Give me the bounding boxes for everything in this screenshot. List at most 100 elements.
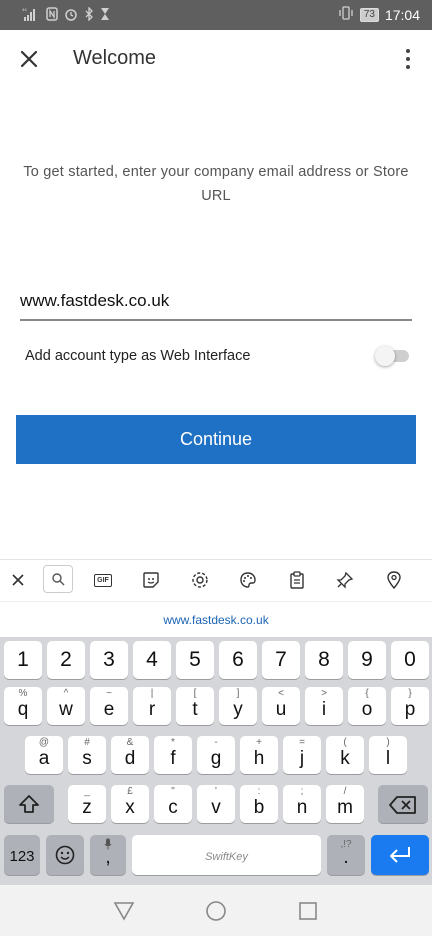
key-2[interactable]: 2 xyxy=(47,641,85,679)
backspace-key[interactable] xyxy=(378,785,428,823)
toggle-knob xyxy=(375,346,395,366)
key-label: . xyxy=(343,847,349,868)
settings-button[interactable] xyxy=(184,565,216,595)
emoji-icon xyxy=(55,845,75,865)
key-l[interactable]: ) l xyxy=(369,736,407,774)
clipboard-icon xyxy=(290,571,304,589)
key-label: h xyxy=(253,748,265,769)
key-hint: } xyxy=(408,688,412,699)
key-hint: / xyxy=(343,786,347,797)
suggestion-item[interactable]: www.fastdesk.co.uk xyxy=(0,613,432,627)
comma-key[interactable]: , xyxy=(90,835,126,875)
key-9[interactable]: 9 xyxy=(348,641,386,679)
sticker-button[interactable] xyxy=(135,565,167,595)
themes-button[interactable] xyxy=(232,565,264,595)
symbols-key[interactable]: 123 xyxy=(4,835,40,875)
location-button[interactable] xyxy=(378,565,410,595)
key-v[interactable]: ' v xyxy=(197,785,235,823)
key-8[interactable]: 8 xyxy=(305,641,343,679)
enter-key[interactable] xyxy=(371,835,429,875)
key-b[interactable]: :b xyxy=(240,785,278,823)
web-interface-toggle[interactable] xyxy=(375,346,409,366)
key-hint: [ xyxy=(193,688,197,699)
key-0[interactable]: 0 xyxy=(391,641,429,679)
key-u[interactable]: < u xyxy=(262,687,300,725)
period-key[interactable]: ,!?. xyxy=(327,835,365,875)
recents-button[interactable] xyxy=(297,900,319,922)
space-key[interactable]: SwiftKey xyxy=(132,835,321,875)
key-z[interactable]: _ z xyxy=(68,785,106,823)
key-a[interactable]: @ a xyxy=(25,736,63,774)
key-g[interactable]: -g xyxy=(197,736,235,774)
backspace-icon xyxy=(389,796,416,814)
key-5[interactable]: 5 xyxy=(176,641,214,679)
status-left-icons: ⁴⁶ xyxy=(22,6,110,24)
key-hint: = xyxy=(299,737,305,748)
bluetooth-icon xyxy=(84,6,94,24)
key-j[interactable]: = j xyxy=(283,736,321,774)
key-n[interactable]: ; n xyxy=(283,785,321,823)
key-hint: ' xyxy=(215,786,217,797)
key-o[interactable]: {o xyxy=(348,687,386,725)
close-icon xyxy=(12,574,24,586)
keyboard-search-button[interactable] xyxy=(43,565,73,593)
key-6[interactable]: 6 xyxy=(219,641,257,679)
key-label: f xyxy=(170,748,176,769)
continue-button[interactable]: Continue xyxy=(16,415,416,464)
key-f[interactable]: * f xyxy=(154,736,192,774)
key-label: r xyxy=(148,699,156,720)
key-r[interactable]: | r xyxy=(133,687,171,725)
key-k[interactable]: (k xyxy=(326,736,364,774)
key-label: b xyxy=(253,797,265,818)
key-label: 9 xyxy=(361,648,373,671)
key-label: p xyxy=(404,699,416,720)
more-options-button[interactable] xyxy=(402,46,414,72)
more-vert-icon-dot xyxy=(406,65,410,69)
home-button[interactable] xyxy=(205,900,227,922)
key-m[interactable]: / m xyxy=(326,785,364,823)
key-hint: { xyxy=(365,688,369,699)
key-p[interactable]: } p xyxy=(391,687,429,725)
back-button[interactable] xyxy=(113,900,135,922)
key-q[interactable]: % q xyxy=(4,687,42,725)
keyboard-close-button[interactable] xyxy=(2,565,34,595)
key-w[interactable]: ^ w xyxy=(47,687,85,725)
status-right-icons: 73 17:04 xyxy=(338,6,420,23)
key-label: s xyxy=(82,748,92,769)
app-bar: Welcome xyxy=(0,30,432,88)
key-label: 7 xyxy=(275,648,287,671)
key-hint: ] xyxy=(236,688,240,699)
status-time: 17:04 xyxy=(384,6,420,23)
gear-icon xyxy=(192,572,208,588)
status-bar: ⁴⁶ 73 17:04 xyxy=(0,0,432,30)
key-c[interactable]: " c xyxy=(154,785,192,823)
key-label: k xyxy=(340,748,350,769)
key-label: a xyxy=(38,748,50,769)
key-3[interactable]: 3 xyxy=(90,641,128,679)
key-e[interactable]: ~ e xyxy=(90,687,128,725)
key-h[interactable]: + h xyxy=(240,736,278,774)
key-d[interactable]: & d xyxy=(111,736,149,774)
key-s[interactable]: # s xyxy=(68,736,106,774)
key-hint: - xyxy=(214,737,218,748)
key-t[interactable]: [t xyxy=(176,687,214,725)
key-label: d xyxy=(124,748,136,769)
key-4[interactable]: 4 xyxy=(133,641,171,679)
key-y[interactable]: ] y xyxy=(219,687,257,725)
key-hint: ~ xyxy=(106,688,112,699)
emoji-key[interactable] xyxy=(46,835,84,875)
gif-button[interactable]: GIF xyxy=(87,565,119,595)
key-i[interactable]: > i xyxy=(305,687,343,725)
shift-key[interactable] xyxy=(4,785,54,823)
key-x[interactable]: £ x xyxy=(111,785,149,823)
web-interface-row: Add account type as Web Interface xyxy=(25,344,409,370)
key-label: v xyxy=(211,797,221,818)
key-7[interactable]: 7 xyxy=(262,641,300,679)
email-or-url-input[interactable] xyxy=(20,282,412,321)
key-label: 5 xyxy=(189,648,201,671)
suggestion-bar: www.fastdesk.co.uk xyxy=(0,601,432,637)
clipboard-button[interactable] xyxy=(281,565,313,595)
pin-button[interactable] xyxy=(329,565,361,595)
close-button[interactable] xyxy=(14,44,44,74)
key-1[interactable]: 1 xyxy=(4,641,42,679)
